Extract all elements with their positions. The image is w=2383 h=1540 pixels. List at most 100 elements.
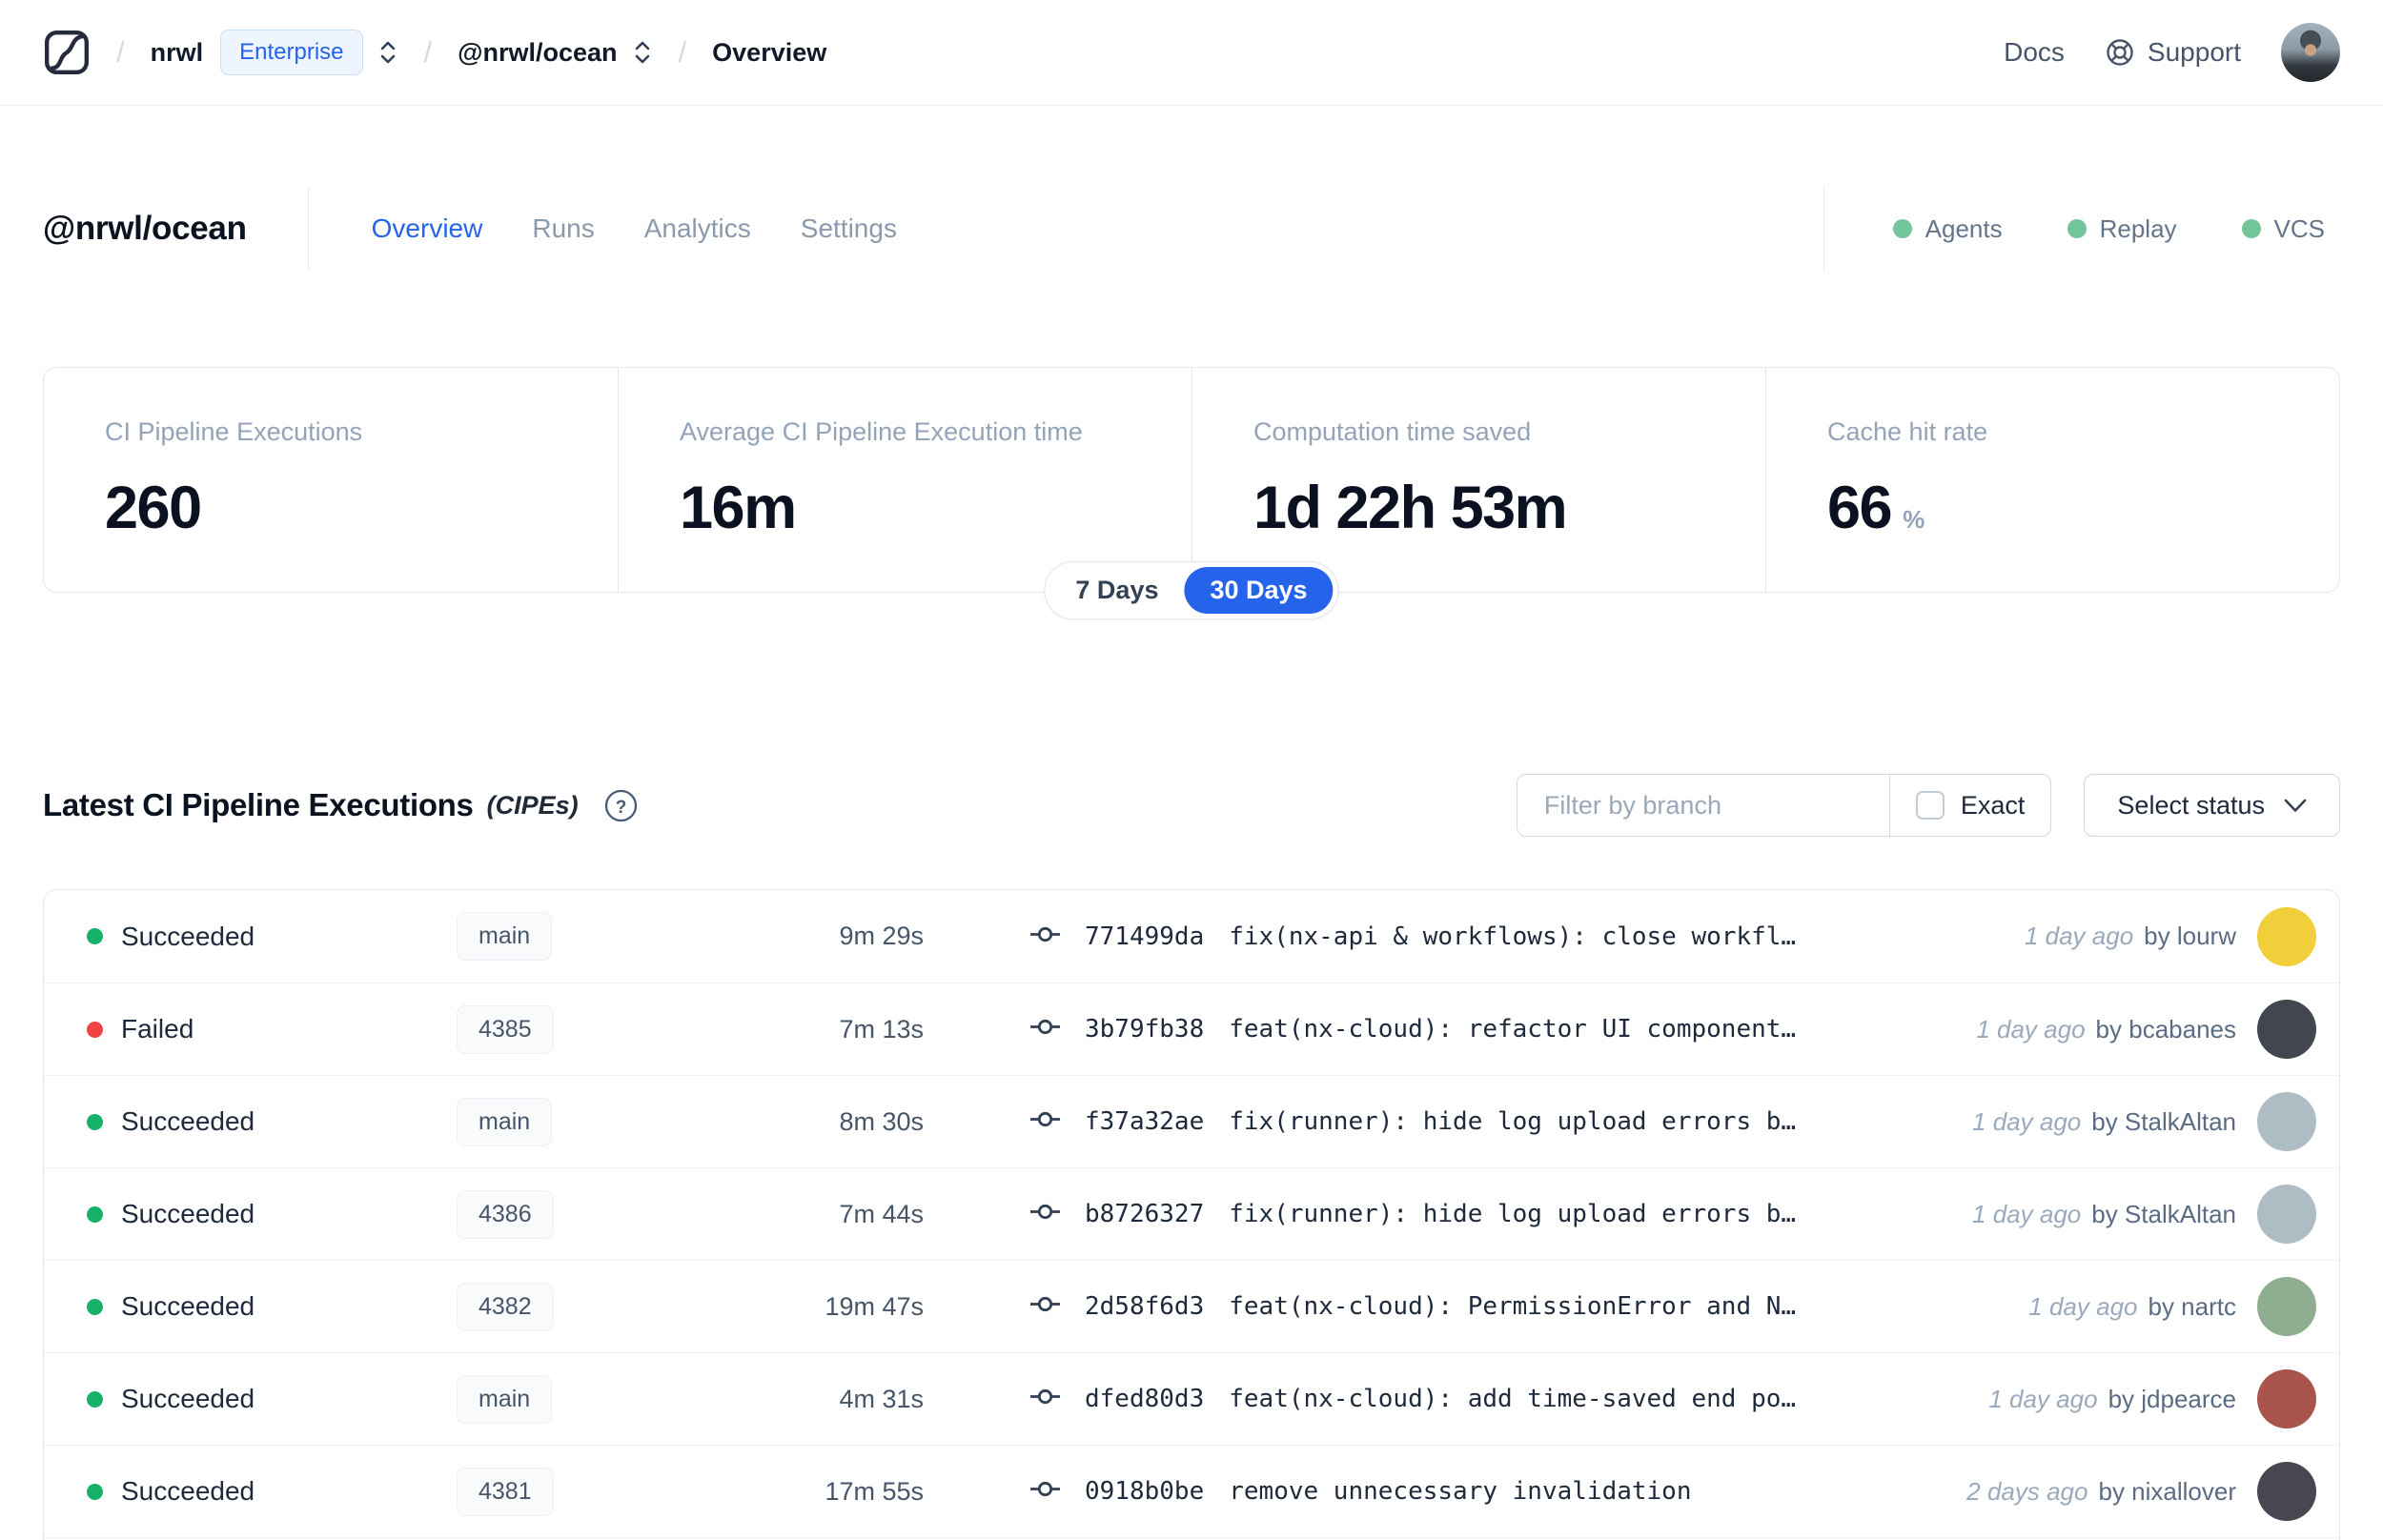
breadcrumb-workspace[interactable]: @nrwl/ocean: [458, 38, 617, 68]
status-select-button[interactable]: Select status: [2084, 774, 2340, 837]
docs-link[interactable]: Docs: [2004, 37, 2065, 68]
status-cell: Succeeded: [87, 922, 457, 952]
support-label: Support: [2147, 37, 2241, 67]
branch-filter-group: Exact: [1516, 774, 2052, 837]
branch-badge: main: [457, 1097, 553, 1146]
time-ago: 2 days ago: [1966, 1476, 2088, 1506]
exact-checkbox[interactable]: [1915, 791, 1945, 820]
table-row[interactable]: Succeeded main 4m 31s dfed80d3 feat(nx-cl…: [44, 1352, 2339, 1445]
commit-hash: b8726327: [1085, 1200, 1205, 1228]
exact-toggle[interactable]: Exact: [1888, 775, 2051, 836]
branch-cell: main: [457, 912, 752, 961]
cipe-table: Succeeded main 9m 29s 771499da fix(nx-api…: [43, 889, 2340, 1540]
row-meta: 2 days ago by nixallover: [1966, 1462, 2316, 1521]
commit-hash: 0918b0be: [1085, 1477, 1205, 1506]
chevron-down-icon: [2284, 799, 2307, 813]
table-row[interactable]: Succeeded 4382 19m 47s 2d58f6d3 feat(nx-c…: [44, 1260, 2339, 1352]
branch-badge: 4382: [457, 1282, 554, 1331]
commit-text: f37a32ae fix(runner): hide log upload err…: [1085, 1107, 1796, 1136]
nx-cloud-logo-icon[interactable]: [43, 29, 91, 76]
row-meta: 1 day ago by jdpearce: [1988, 1369, 2316, 1429]
user-avatar[interactable]: [2281, 23, 2340, 82]
branch-cell: 4386: [457, 1189, 752, 1239]
time-ago: 1 day ago: [2024, 922, 2134, 950]
status-dot: [87, 1390, 103, 1408]
support-link[interactable]: Support: [2105, 37, 2241, 68]
branch-badge: 4386: [457, 1189, 554, 1239]
enterprise-badge: Enterprise: [220, 30, 363, 75]
git-commit-icon: [1030, 1104, 1060, 1139]
author: by lourw: [2144, 922, 2236, 950]
git-commit-icon: [1030, 1012, 1060, 1046]
duration-cell: 8m 30s: [839, 1106, 924, 1136]
author: by jdpearce: [2108, 1384, 2236, 1413]
row-meta: 1 day ago by bcabanes: [1976, 1000, 2316, 1059]
duration-cell: 17m 55s: [825, 1476, 924, 1506]
table-row[interactable]: Failed 4385 7m 13s 3b79fb38 feat(nx-cloud…: [44, 983, 2339, 1075]
tab-analytics[interactable]: Analytics: [644, 213, 751, 244]
commit-message: feat(nx-cloud): add time-saved end po…: [1229, 1385, 1797, 1413]
stat-cards: CI Pipeline Executions 260 Average CI Pi…: [43, 367, 2340, 593]
docs-label: Docs: [2004, 37, 2065, 67]
branch-filter-input[interactable]: [1517, 775, 1889, 836]
table-row[interactable]: Succeeded 4381 17m 55s 0918b0be remove un…: [44, 1445, 2339, 1537]
commit-cell: 771499da fix(nx-api & workflows): close w…: [1030, 920, 2006, 954]
cipe-filters: Exact Select status: [1516, 774, 2340, 837]
tab-settings[interactable]: Settings: [801, 213, 897, 244]
commit-text: 0918b0be remove unnecessary invalidation: [1085, 1477, 1692, 1506]
service-replay[interactable]: Replay: [2067, 214, 2177, 244]
commit-message: feat(nx-cloud): PermissionError and N…: [1229, 1292, 1797, 1321]
stat-card-cache-hit-rate: Cache hit rate 66%: [1765, 368, 2339, 592]
breadcrumb-separator: /: [116, 35, 125, 69]
service-agents[interactable]: Agents: [1892, 214, 2003, 244]
commit-hash: 2d58f6d3: [1085, 1292, 1205, 1321]
status-dot: [87, 928, 103, 944]
breadcrumb-org[interactable]: nrwl: [151, 38, 204, 68]
time-ago: 1 day ago: [1988, 1384, 2098, 1413]
workspace-switcher-chevron-icon[interactable]: [632, 38, 653, 67]
commit-cell: dfed80d3 feat(nx-cloud): add time-saved e…: [1030, 1382, 1969, 1416]
breadcrumb-separator: /: [678, 35, 687, 69]
table-row[interactable]: Succeeded main 8m 30s f37a32ae fix(runner…: [44, 1075, 2339, 1167]
commit-message: feat(nx-cloud): refactor UI component…: [1229, 1015, 1797, 1044]
status-dot: [87, 1483, 103, 1500]
status-cell: Succeeded: [87, 1106, 457, 1137]
lifebuoy-icon: [2105, 37, 2135, 68]
cipe-section-header: Latest CI Pipeline Executions (CIPEs) ? …: [0, 774, 2383, 837]
help-icon[interactable]: ?: [603, 788, 639, 823]
service-vcs[interactable]: VCS: [2241, 214, 2325, 244]
git-commit-icon: [1030, 1382, 1060, 1416]
divider: [307, 188, 309, 270]
commit-message: remove unnecessary invalidation: [1229, 1477, 1692, 1506]
time-ago: 1 day ago: [1976, 1014, 2086, 1044]
range-option-30-days[interactable]: 30 Days: [1184, 567, 1334, 614]
branch-badge: main: [457, 912, 553, 961]
tab-overview[interactable]: Overview: [372, 213, 483, 244]
git-commit-icon: [1030, 920, 1060, 954]
commit-text: 2d58f6d3 feat(nx-cloud): PermissionError …: [1085, 1292, 1796, 1321]
table-row[interactable]: Succeeded main 9m 29s 771499da fix(nx-api…: [44, 890, 2339, 983]
org-switcher-chevron-icon[interactable]: [377, 38, 398, 67]
date-range-toggle: 7 Days 30 Days: [1044, 561, 1339, 619]
table-row[interactable]: Succeeded 4386 7m 44s b8726327 fix(runner…: [44, 1167, 2339, 1260]
duration-cell: 19m 47s: [825, 1291, 924, 1321]
git-commit-icon: [1030, 1474, 1060, 1509]
status-cell: Succeeded: [87, 1199, 457, 1229]
duration-cell: 9m 29s: [839, 922, 924, 950]
commit-text: b8726327 fix(runner): hide log upload err…: [1085, 1200, 1796, 1228]
section-title: Latest CI Pipeline Executions: [43, 787, 474, 822]
commit-message: fix(nx-api & workflows): close workfl…: [1229, 922, 1797, 951]
status-dot: [87, 1206, 103, 1223]
branch-badge: 4381: [457, 1467, 554, 1516]
avatar: [2257, 1462, 2316, 1521]
service-status-list: Agents Replay VCS: [1892, 214, 2340, 244]
time-ago: 1 day ago: [1972, 1106, 2082, 1136]
workspace-tabs: Overview Runs Analytics Settings: [372, 213, 897, 244]
author: by bcabanes: [2095, 1014, 2236, 1044]
time-ago: 1 day ago: [1972, 1199, 2082, 1228]
status-dot: [87, 1298, 103, 1315]
range-option-7-days[interactable]: 7 Days: [1049, 567, 1184, 614]
tab-runs[interactable]: Runs: [532, 213, 594, 244]
duration-cell: 4m 31s: [839, 1384, 924, 1413]
author: by StalkAltan: [2091, 1106, 2236, 1136]
